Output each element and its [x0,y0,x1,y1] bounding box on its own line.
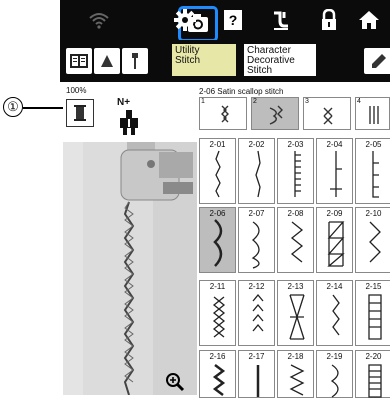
category-toolbar: Utility Stitch Character Decorative Stit… [60,40,390,82]
stitch-pattern-icon [290,221,304,263]
edit-pen-icon[interactable] [364,48,390,74]
stitch-pattern-icon [255,150,261,198]
needle-icon[interactable] [122,48,148,74]
stitch-button-2-09[interactable]: 2-09 [316,207,353,273]
stitch-category-2[interactable]: 2 [251,97,299,130]
stitch-button-2-10[interactable]: 2-10 [355,207,390,273]
stitch-button-2-16[interactable]: 2-16 [199,350,236,398]
stitch-pattern-icon [332,294,340,336]
stitch-button-2-01[interactable]: 2-01 [199,138,236,204]
book-icon[interactable] [66,48,92,74]
wifi-icon[interactable] [82,6,116,34]
tab-utility-line2: Stitch [175,55,201,66]
stitch-pattern-icon [256,365,260,397]
stitch-button-2-20[interactable]: 2-20 [355,350,390,398]
stitch-pattern-icon [330,364,339,398]
stitch-pattern-icon [330,151,342,197]
stitch-pattern-icon [215,150,221,198]
presser-foot-label: N+ [117,97,131,108]
stitch-button-2-03[interactable]: 2-03 [277,138,314,204]
stitch-pattern-icon [252,293,264,332]
stitch-button-2-11[interactable]: 2-11 [199,280,236,346]
stitch-button-2-04[interactable]: 2-04 [316,138,353,204]
stitch-button-2-07[interactable]: 2-07 [238,207,275,273]
stitch-button-2-06[interactable]: 2-06 [199,207,236,273]
callout-number: ① [3,97,23,117]
stitch-preview-photo [63,142,197,395]
stitch-pattern-icon [369,221,381,263]
callout-line [23,107,63,109]
spool-icon [74,105,86,121]
tab-character-decorative-stitch[interactable]: Character Decorative Stitch [244,44,316,76]
stitch-category-icon [369,106,379,124]
stitch-button-2-18[interactable]: 2-18 [277,350,314,398]
stitch-pattern-icon [289,364,305,396]
stitch-pattern-icon [251,221,260,269]
stitch-pattern-icon [294,151,301,197]
selected-stitch-title: 2-06 Satin scallop stitch [199,87,284,96]
stitch-category-icon [221,105,229,123]
stitch-pattern-icon [372,151,379,198]
stitch-pattern-icon [327,221,345,267]
stitch-button-2-02[interactable]: 2-02 [238,138,275,204]
settings-gear-icon[interactable] [168,6,202,34]
stitch-pattern-icon [289,294,305,340]
lock-icon[interactable] [312,6,346,34]
spool-button[interactable] [66,99,94,127]
stitch-button-2-19[interactable]: 2-19 [316,350,353,398]
triangle-stitch-icon[interactable] [94,48,120,74]
help-icon[interactable]: ? [216,6,250,34]
stitch-category-icon [269,105,283,125]
stitch-pattern-icon [212,364,226,396]
stitch-button-2-08[interactable]: 2-08 [277,207,314,273]
tab-utility-stitch[interactable]: Utility Stitch [172,44,236,76]
stitch-category-1[interactable]: 1 [199,97,247,130]
tab-decorative-line3: Stitch [247,65,273,76]
zoom-in-icon[interactable] [165,372,185,392]
stitch-pattern-icon [213,219,223,267]
stitch-button-2-15[interactable]: 2-15 [355,280,390,346]
top-toolbar: ? [60,0,390,42]
threading-icon[interactable] [264,6,298,34]
stitch-button-2-14[interactable]: 2-14 [316,280,353,346]
stitch-pattern-icon [368,294,382,340]
stitch-category-3[interactable]: 3 [303,97,351,130]
presser-foot-icon [120,110,138,135]
stitch-button-2-05[interactable]: 2-05 [355,138,390,204]
help-glyph: ? [224,10,242,30]
stitch-button-2-13[interactable]: 2-13 [277,280,314,346]
zoom-percent: 100% [66,86,87,95]
stitch-category-icon [323,107,333,125]
stitch-pattern-icon [368,364,382,398]
stitch-button-2-17[interactable]: 2-17 [238,350,275,398]
stitch-pattern-icon [212,296,226,338]
home-icon[interactable] [352,6,386,34]
stitch-button-2-12[interactable]: 2-12 [238,280,275,346]
stitch-category-4[interactable]: 4 [355,97,390,130]
